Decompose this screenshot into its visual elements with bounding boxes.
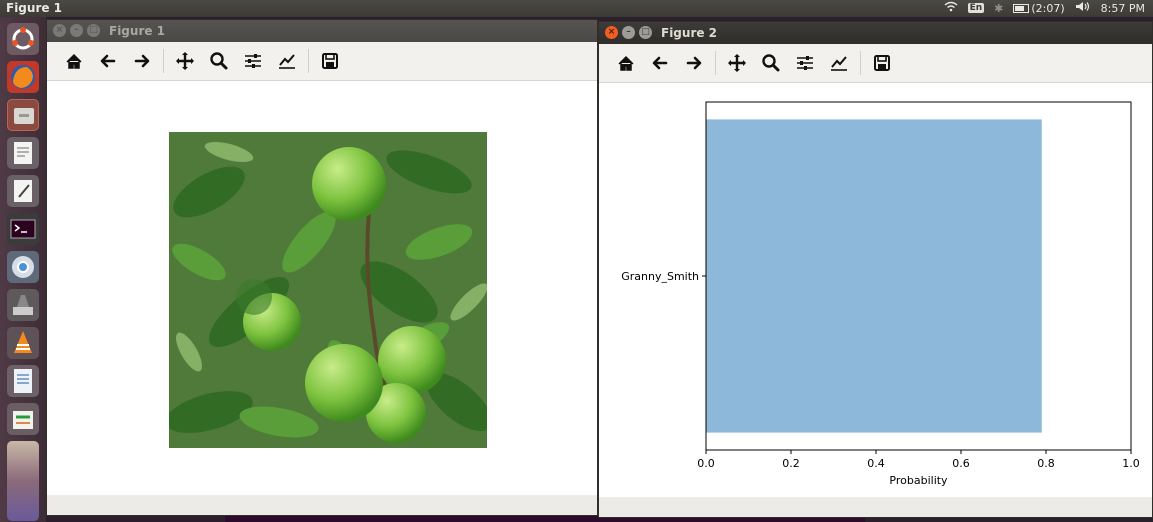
save-button[interactable] (313, 46, 347, 76)
ubuntu-dash-icon[interactable] (7, 23, 39, 55)
figure2-canvas[interactable]: Granny_Smith 0.0 0.2 0.4 0.6 0.8 1.0 Probabilit… (599, 83, 1152, 497)
system-tray: En ✱ (2:07) 8:57 PM (944, 1, 1145, 15)
home-icon (66, 53, 82, 69)
toolbar-separator (163, 49, 164, 73)
back-button[interactable] (91, 46, 125, 76)
y-tick-label: Granny_Smith (621, 270, 699, 283)
forward-icon (686, 56, 702, 70)
terminal-icon[interactable] (7, 213, 39, 245)
edit-axis-button[interactable] (270, 46, 304, 76)
launcher (0, 17, 46, 522)
save-icon (322, 53, 338, 69)
pan-button[interactable] (168, 46, 202, 76)
figure1-window: × – □ Figure 1 (46, 19, 598, 516)
figure2-window: × – □ Figure 2 Granny_Smith 0.0 0.2 0.4 0.6 0… (598, 21, 1153, 518)
configure-subplots-icon (245, 54, 261, 68)
save-button[interactable] (865, 48, 899, 78)
document-icon[interactable] (7, 365, 39, 397)
vlc-icon[interactable] (7, 327, 39, 359)
toolbar-separator (860, 51, 861, 75)
zoom-icon (210, 52, 228, 70)
figure2-toolbar (599, 44, 1152, 83)
close-icon[interactable]: × (53, 24, 66, 37)
probability-chart: Granny_Smith 0.0 0.2 0.4 0.6 0.8 1.0 Probabilit… (621, 101, 1140, 487)
active-app-title: Figure 1 (6, 1, 63, 15)
zoom-button[interactable] (202, 46, 236, 76)
home-button[interactable] (609, 48, 643, 78)
back-icon (100, 54, 116, 68)
x-tick-label: 0.8 (1037, 457, 1055, 470)
software-center-icon[interactable] (7, 403, 39, 435)
x-tick-label: 0.4 (867, 457, 885, 470)
x-tick-label: 1.0 (1122, 457, 1140, 470)
top-panel: Figure 1 En ✱ (2:07) 8:57 PM (0, 0, 1153, 17)
figure1-toolbar (47, 42, 597, 81)
zoom-button[interactable] (754, 48, 788, 78)
x-tick-label: 0.2 (782, 457, 800, 470)
forward-button[interactable] (677, 48, 711, 78)
minimize-icon[interactable]: – (70, 24, 83, 37)
figure1-statusbar (47, 495, 597, 515)
toolbar-separator (308, 49, 309, 73)
x-axis-label: Probability (889, 474, 948, 487)
home-icon (618, 55, 634, 71)
battery-indicator[interactable]: (2:07) (1013, 1, 1065, 15)
battery-time: (2:07) (1031, 1, 1065, 15)
figure1-title: Figure 1 (109, 24, 166, 38)
configure-subplots-button[interactable] (236, 46, 270, 76)
home-button[interactable] (57, 46, 91, 76)
save-icon (874, 55, 890, 71)
x-tick-label: 0.0 (697, 457, 715, 470)
pan-button[interactable] (720, 48, 754, 78)
apple-image (169, 132, 487, 448)
clock[interactable]: 8:57 PM (1101, 2, 1145, 15)
minimize-icon[interactable]: – (622, 26, 635, 39)
figure2-statusbar (599, 497, 1152, 517)
configure-subplots-icon (797, 56, 813, 70)
text-editor-2-icon[interactable] (7, 175, 39, 207)
battery-icon (1013, 3, 1030, 13)
firefox-icon[interactable] (7, 61, 39, 93)
app-stack-icon[interactable] (7, 441, 39, 521)
back-icon (652, 56, 668, 70)
figure1-titlebar[interactable]: × – □ Figure 1 (47, 20, 597, 42)
bluetooth-icon[interactable]: ✱ (994, 2, 1003, 15)
close-icon[interactable]: × (605, 26, 618, 39)
edit-axis-button[interactable] (822, 48, 856, 78)
keyboard-layout-indicator[interactable]: En (967, 3, 985, 13)
system-settings-icon[interactable] (7, 289, 39, 321)
files-icon[interactable] (7, 99, 39, 131)
wifi-icon[interactable] (944, 1, 958, 15)
figure2-titlebar[interactable]: × – □ Figure 2 (599, 22, 1152, 44)
forward-button[interactable] (125, 46, 159, 76)
text-editor-icon[interactable] (7, 137, 39, 169)
configure-subplots-button[interactable] (788, 48, 822, 78)
edit-axis-icon (279, 54, 295, 69)
x-tick-label: 0.6 (952, 457, 970, 470)
maximize-icon[interactable]: □ (639, 26, 652, 39)
zoom-icon (762, 54, 780, 72)
figure1-canvas[interactable] (47, 81, 597, 495)
bar-Granny_Smith (706, 119, 1042, 433)
volume-icon[interactable] (1075, 1, 1091, 15)
forward-icon (134, 54, 150, 68)
maximize-icon[interactable]: □ (87, 24, 100, 37)
back-button[interactable] (643, 48, 677, 78)
pan-icon (728, 54, 746, 72)
pan-icon (176, 52, 194, 70)
chrome-icon[interactable] (7, 251, 39, 283)
toolbar-separator (715, 51, 716, 75)
figure2-title: Figure 2 (661, 26, 718, 40)
edit-axis-icon (831, 56, 847, 71)
